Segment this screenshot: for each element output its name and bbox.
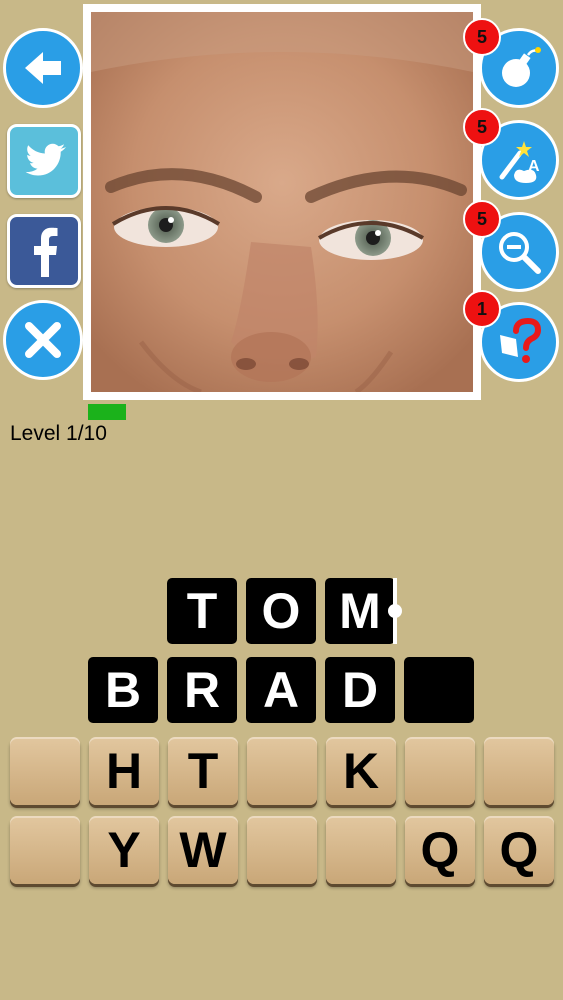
letter-key[interactable] [10,737,80,805]
letter-key[interactable]: Q [484,816,554,884]
level-label: Level 1/10 [10,422,107,445]
solve-hint-count-badge: 1 [463,290,501,328]
answer-tile[interactable]: R [167,657,237,723]
twitter-icon [25,143,67,176]
zoom-out-icon [499,232,541,274]
answer-tile[interactable]: D [325,657,395,723]
close-icon [25,322,61,358]
bomb-hint-count-badge: 5 [463,18,501,56]
bomb-icon [502,47,541,87]
back-arrow-icon [25,52,61,84]
letter-key[interactable] [247,737,317,805]
answer-tile[interactable]: B [88,657,158,723]
letter-key[interactable]: H [89,737,159,805]
answer-tile[interactable]: T [167,578,237,644]
magic-wand-icon: A [499,141,540,183]
letter-key[interactable]: W [168,816,238,884]
letter-key[interactable] [484,737,554,805]
answer-tile[interactable]: M [325,578,395,644]
letter-key[interactable]: K [326,737,396,805]
puzzle-photo [91,12,473,392]
answer-tile[interactable]: O [246,578,316,644]
letter-key[interactable]: T [168,737,238,805]
back-button[interactable] [3,28,83,108]
letter-key[interactable] [405,737,475,805]
level-progress-bar [88,404,126,420]
answer-tile[interactable]: A [246,657,316,723]
close-button[interactable] [3,300,83,380]
puzzle-photo-frame [83,4,481,400]
magic-letter-hint-count-badge: 5 [463,108,501,146]
facebook-button[interactable] [7,214,81,288]
letter-key[interactable] [326,816,396,884]
letter-key[interactable] [10,816,80,884]
letter-key[interactable]: Q [405,816,475,884]
answer-tile-empty[interactable] [404,657,474,723]
cursor-handle[interactable] [388,604,402,618]
twitter-button[interactable] [7,124,81,198]
facebook-icon [34,227,58,277]
letter-key[interactable] [247,816,317,884]
question-icon [500,317,542,363]
zoom-out-hint-count-badge: 5 [463,200,501,238]
letter-key[interactable]: Y [89,816,159,884]
